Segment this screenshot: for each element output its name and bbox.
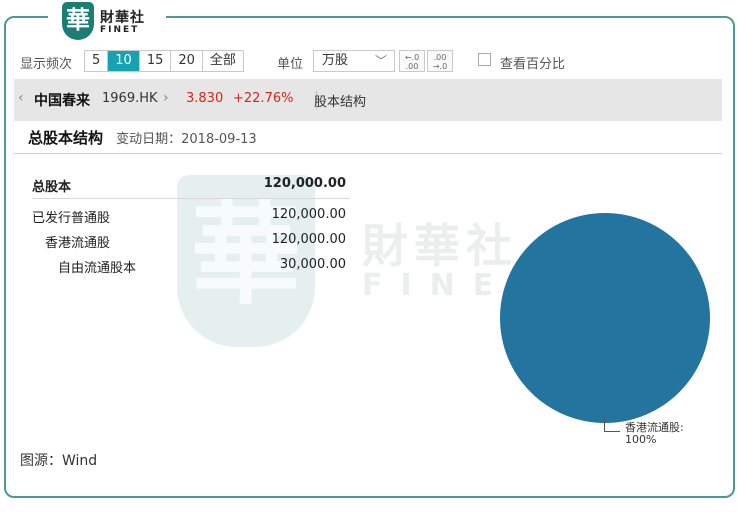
- unit-select-value: 万股: [322, 53, 349, 68]
- table-row-total: 总股本 120,000.00: [32, 172, 350, 198]
- section-title: 总股本结构: [28, 129, 104, 147]
- frequency-label: 显示频次: [20, 57, 73, 72]
- row-label: 自由流通股本: [58, 261, 137, 276]
- frequency-option-5[interactable]: 5: [85, 51, 109, 71]
- row-value: 30,000.00: [279, 257, 346, 272]
- decimal-decrease-icon: .00 →.0: [432, 53, 448, 71]
- table-divider: [32, 198, 350, 199]
- stock-name: 中国春来: [34, 93, 90, 109]
- change-date-value: 2018-09-13: [181, 132, 257, 147]
- section-header: 总股本结构 变动日期：2018-09-13: [28, 127, 257, 149]
- decimal-increase-icon: ←.0.00: [404, 53, 420, 71]
- frequency-option-10[interactable]: 10: [108, 51, 140, 71]
- percent-checkbox[interactable]: [478, 53, 491, 66]
- finet-logo-name-en: FINET: [100, 25, 140, 35]
- decimal-decrease-button[interactable]: .00 →.0: [427, 50, 453, 72]
- percent-checkbox-label[interactable]: 查看百分比: [500, 53, 565, 72]
- frequency-option-15[interactable]: 15: [139, 51, 172, 71]
- unit-label: 单位: [277, 57, 304, 72]
- pie-callout-line: [604, 418, 605, 432]
- table-row: 自由流通股本 30,000.00: [32, 253, 350, 278]
- pie-slice-hk-float: [500, 213, 710, 423]
- table-row: 香港流通股 120,000.00: [32, 228, 350, 253]
- share-pie-chart: [500, 213, 710, 423]
- decimal-increase-button[interactable]: ←.0.00: [399, 50, 425, 72]
- row-value: 120,000.00: [271, 207, 346, 222]
- stock-header: ‹ 中国春来 1969.HK › 3.830 +22.76% 股本结构: [14, 79, 722, 121]
- section-divider: [14, 153, 722, 154]
- section-name: 股本结构: [314, 95, 367, 110]
- chevron-left-icon[interactable]: ‹: [18, 90, 24, 106]
- frequency-selector: 5 10 15 20 全部: [84, 50, 244, 72]
- finet-logo: 華 財華社 FINET: [48, 0, 166, 44]
- stock-change: +22.76%: [233, 91, 294, 106]
- total-shares-value: 120,000.00: [263, 176, 346, 191]
- finet-logo-name-cn: 財華社: [100, 10, 145, 26]
- unit-select[interactable]: 万股 ﹀: [313, 50, 395, 72]
- row-label: 香港流通股: [45, 236, 111, 251]
- row-label: 已发行普通股: [32, 211, 111, 226]
- toolbar: 显示频次 5 10 15 20 全部 单位 万股 ﹀ ←.0.00 .00 →.0…: [20, 50, 720, 72]
- source-note: 图源：Wind: [20, 453, 98, 469]
- change-date-label: 变动日期: [116, 132, 169, 147]
- pie-label: 香港流通股: 100%: [625, 422, 684, 446]
- change-date-colon: ：: [168, 132, 182, 147]
- pie-callout-tick: [604, 431, 620, 432]
- total-shares-label: 总股本: [32, 180, 72, 195]
- row-value: 120,000.00: [271, 232, 346, 247]
- chevron-down-icon: ﹀: [374, 54, 387, 68]
- share-structure-table: 总股本 120,000.00 已发行普通股 120,000.00 香港流通股 1…: [32, 172, 350, 278]
- frequency-option-20[interactable]: 20: [171, 51, 203, 71]
- table-row: 已发行普通股 120,000.00: [32, 203, 350, 228]
- frequency-option-all[interactable]: 全部: [202, 51, 243, 71]
- stock-code: 1969.HK: [102, 91, 158, 106]
- pie-label-value: 100%: [625, 433, 657, 446]
- finet-logo-mark: 華: [62, 2, 94, 40]
- chevron-right-icon[interactable]: ›: [163, 90, 169, 106]
- stock-price: 3.830: [186, 91, 224, 106]
